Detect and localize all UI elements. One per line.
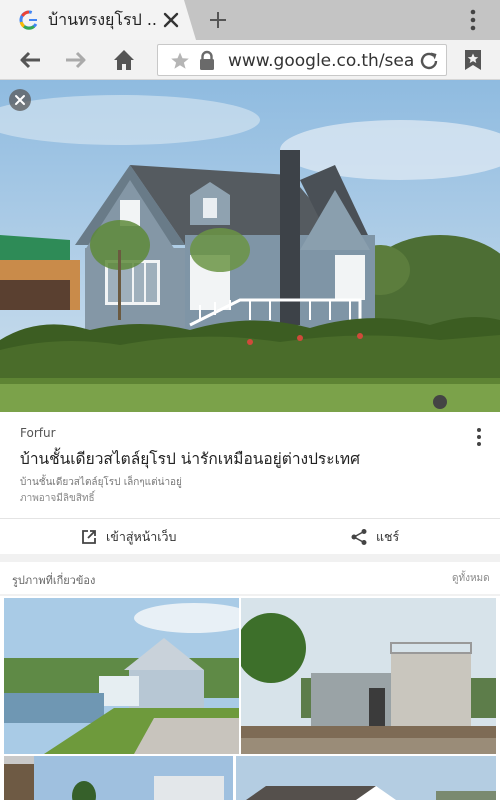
close-icon: [15, 95, 25, 105]
related-images-grid: [0, 596, 500, 800]
source-name[interactable]: Forfur: [20, 426, 56, 440]
related-image-thumbnail[interactable]: [4, 598, 239, 754]
google-g-icon: [19, 10, 39, 30]
related-images-label: รูปภาพที่เกี่ยวข้อง: [12, 574, 96, 587]
image-subtitle: บ้านชั้นเดียวสไตล์ยุโรป เล็กๆแต่น่าอยู่: [20, 477, 182, 488]
image-info-card: Forfur บ้านชั้นเดียวสไตล์ยุโรป น่ารักเหม…: [0, 412, 500, 518]
view-all-link[interactable]: ดูทั้งหมด: [452, 571, 490, 586]
share-label: แชร์: [376, 529, 400, 544]
related-images-header: รูปภาพที่เกี่ยวข้อง ดูทั้งหมด: [0, 562, 500, 594]
close-preview-button[interactable]: [9, 89, 31, 111]
share-button[interactable]: แชร์: [350, 519, 399, 555]
url-text[interactable]: www.google.co.th/search: [228, 50, 414, 72]
tab-title: บ้านทรงยุโรป ...: [48, 10, 158, 29]
more-options-icon[interactable]: [470, 426, 488, 448]
related-image-thumbnail[interactable]: [241, 598, 496, 754]
visit-page-button[interactable]: เข้าสู่หน้าเว็บ: [80, 519, 177, 555]
arrow-left-icon[interactable]: [16, 46, 44, 74]
browser-toolbar: www.google.co.th/search: [0, 40, 500, 80]
lock-icon: [200, 50, 214, 70]
reload-icon[interactable]: [418, 50, 440, 72]
license-note: ภาพอาจมีลิขสิทธิ์: [20, 493, 95, 504]
tab-strip: บ้านทรงยุโรป ...: [0, 0, 500, 40]
visit-page-label: เข้าสู่หน้าเว็บ: [106, 529, 177, 544]
url-bar[interactable]: www.google.co.th/search: [157, 44, 447, 76]
related-image-thumbnail[interactable]: [236, 756, 496, 800]
arrow-right-icon[interactable]: [62, 46, 90, 74]
preview-image[interactable]: [0, 80, 500, 412]
plus-icon[interactable]: [205, 7, 231, 33]
open-in-new-icon: [82, 530, 96, 544]
home-icon[interactable]: [110, 46, 138, 74]
share-icon: [351, 529, 367, 545]
image-actions: เข้าสู่หน้าเว็บ แชร์: [0, 518, 500, 554]
three-dots-vertical-icon[interactable]: [462, 8, 484, 32]
star-icon[interactable]: [170, 51, 190, 71]
bookmarks-icon[interactable]: [462, 48, 484, 72]
close-icon[interactable]: [160, 9, 182, 31]
image-title[interactable]: บ้านชั้นเดียวสไตล์ยุโรป น่ารักเหมือนอยู่…: [20, 446, 460, 471]
related-image-thumbnail[interactable]: [4, 756, 233, 800]
browser-tab[interactable]: บ้านทรงยุโรป ...: [0, 0, 196, 40]
